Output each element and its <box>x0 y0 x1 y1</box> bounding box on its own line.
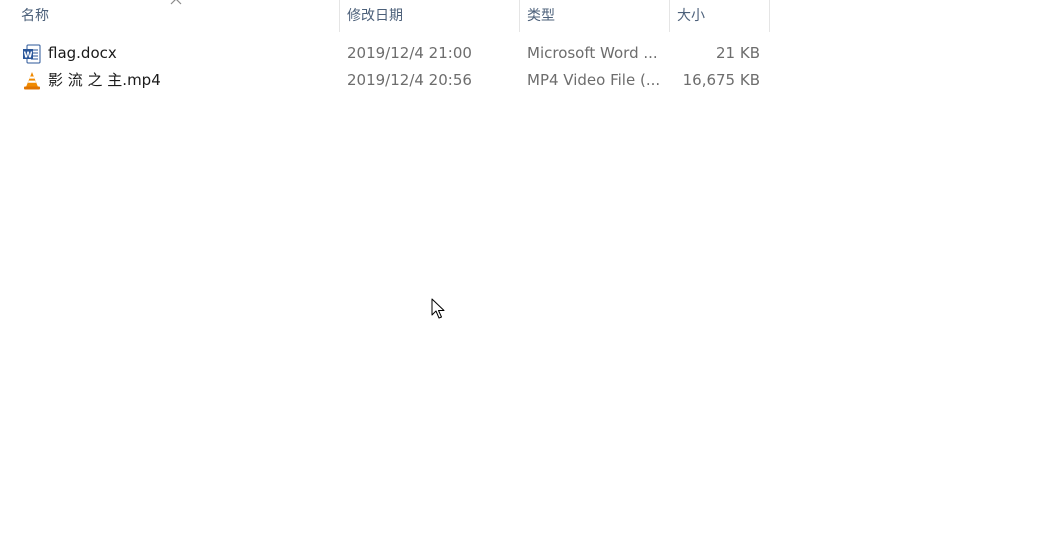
column-header-name-label: 名称 <box>21 8 49 24</box>
column-header-size[interactable]: 大小 <box>670 0 770 32</box>
file-size: 16,675 KB <box>682 71 760 89</box>
column-header-row: 名称 修改日期 类型 大小 <box>0 0 770 32</box>
file-name: flag.docx <box>48 44 117 62</box>
file-type: MP4 Video File (... <box>527 71 661 89</box>
file-type: Microsoft Word ... <box>527 44 658 62</box>
file-explorer-list-view: 名称 修改日期 类型 大小 W flag.docx 2019/12/4 21:0… <box>0 0 1047 538</box>
column-header-date[interactable]: 修改日期 <box>340 0 520 32</box>
file-row[interactable]: W flag.docx 2019/12/4 21:00 Microsoft Wo… <box>0 40 770 67</box>
file-name-cell: W flag.docx <box>22 40 332 67</box>
mouse-cursor-icon <box>431 298 445 319</box>
column-header-type[interactable]: 类型 <box>520 0 670 32</box>
file-row[interactable]: 影 流 之 主.mp4 2019/12/4 20:56 MP4 Video Fi… <box>0 67 770 94</box>
file-name: 影 流 之 主.mp4 <box>48 71 161 89</box>
svg-text:W: W <box>24 50 33 59</box>
file-list: W flag.docx 2019/12/4 21:00 Microsoft Wo… <box>0 40 770 94</box>
column-header-type-label: 类型 <box>527 8 555 24</box>
file-size: 21 KB <box>716 44 760 62</box>
chevron-up-icon <box>170 0 182 9</box>
word-document-icon: W <box>23 44 41 63</box>
file-date: 2019/12/4 20:56 <box>347 71 472 89</box>
file-name-cell: 影 流 之 主.mp4 <box>22 67 332 94</box>
vlc-cone-icon <box>24 71 40 89</box>
column-header-date-label: 修改日期 <box>347 8 403 24</box>
column-header-size-label: 大小 <box>677 8 705 24</box>
file-date: 2019/12/4 21:00 <box>347 44 472 62</box>
